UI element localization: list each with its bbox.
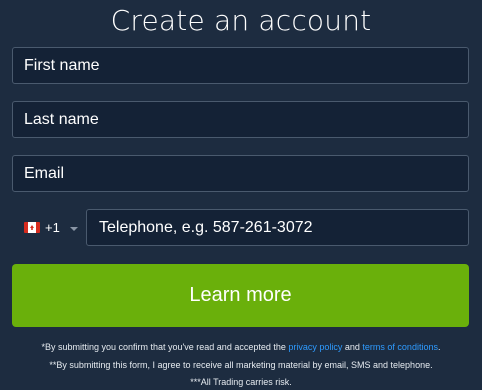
chevron-down-icon (69, 226, 78, 231)
disclaimer-marketing: **By submitting this form, I agree to re… (49, 360, 433, 370)
page-title: Create an account (110, 4, 372, 37)
canada-flag-icon (24, 222, 40, 233)
email-field[interactable] (12, 155, 469, 192)
telephone-field[interactable] (86, 209, 469, 246)
last-name-field[interactable] (12, 101, 469, 138)
signup-form: Create an account +1 Learn more *By subm… (0, 0, 482, 390)
disclaimer-risk: ***All Trading carries risk. (190, 377, 292, 387)
first-name-field[interactable] (12, 47, 469, 84)
disclaimer-text: and (342, 342, 363, 352)
disclaimer-text: *By submitting you confirm that you've r… (41, 342, 289, 352)
disclaimer-text: . (437, 342, 441, 352)
privacy-policy-link[interactable]: privacy policy (288, 342, 342, 352)
disclaimer-terms: *By submitting you confirm that you've r… (0, 341, 482, 353)
terms-link[interactable]: terms of conditions (362, 342, 438, 352)
dial-code: +1 (45, 220, 60, 235)
country-code-selector[interactable]: +1 (12, 209, 86, 246)
learn-more-button[interactable]: Learn more (12, 264, 469, 327)
